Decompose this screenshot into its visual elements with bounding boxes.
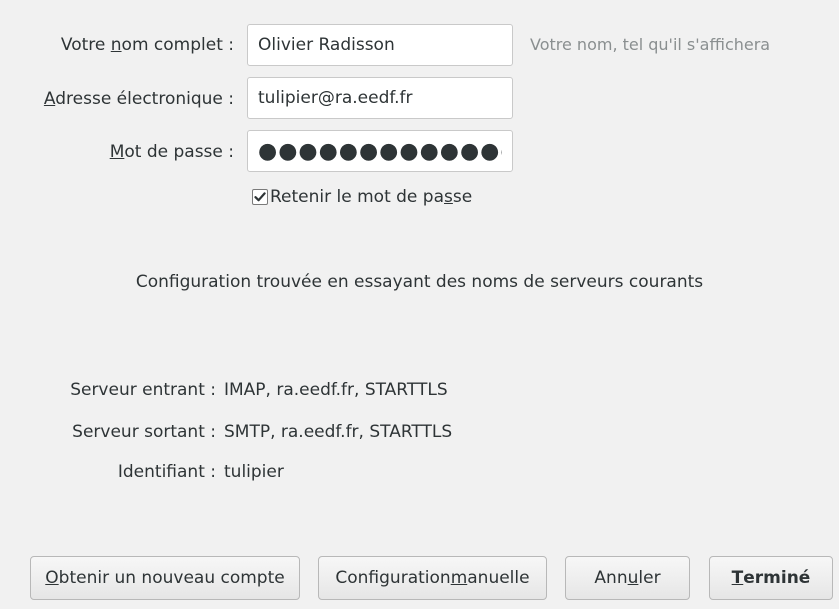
password-input[interactable] <box>247 130 513 172</box>
get-new-account-button[interactable]: Obtenir un nouveau compte <box>30 556 300 600</box>
full-name-input[interactable] <box>247 24 513 66</box>
done-button[interactable]: Terminé <box>709 556 833 600</box>
outgoing-server-value: SMTP, ra.eedf.fr, STARTTLS <box>224 422 453 442</box>
incoming-server-label: Serveur entrant : <box>70 380 216 400</box>
remember-password-label: Retenir le mot de passe <box>270 187 473 207</box>
password-label: Mot de passe : <box>109 142 234 162</box>
full-name-label: Votre nom complet : <box>60 35 234 55</box>
email-input[interactable] <box>247 77 513 119</box>
full-name-hint: Votre nom, tel qu'il s'affichera <box>530 35 771 54</box>
remember-password-checkbox[interactable]: Retenir le mot de passe <box>252 183 472 211</box>
config-status-message: Configuration trouvée en essayant des no… <box>135 272 704 292</box>
username-value: tulipier <box>224 462 284 482</box>
email-label: Adresse électronique : <box>43 89 234 109</box>
incoming-server-value: IMAP, ra.eedf.fr, STARTTLS <box>224 380 448 400</box>
manual-config-button[interactable]: Configuration m anuelle <box>318 556 547 600</box>
cancel-button[interactable]: Ann u ler <box>565 556 690 600</box>
username-label: Identifiant : <box>117 462 216 482</box>
checkbox-checked-icon <box>252 189 268 205</box>
outgoing-server-label: Serveur sortant : <box>72 422 216 442</box>
